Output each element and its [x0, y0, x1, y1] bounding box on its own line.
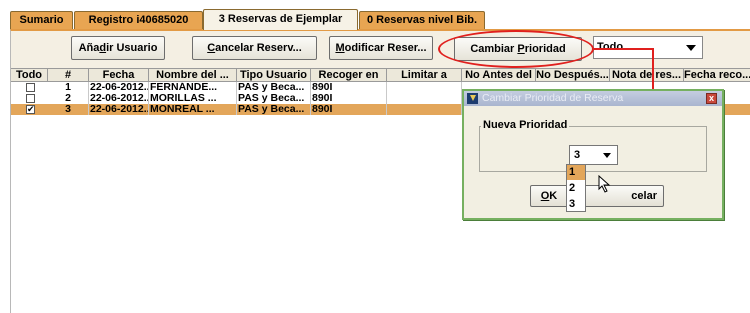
- modify-mnemonic: M: [335, 42, 345, 54]
- ok-mnemonic: O: [540, 190, 550, 202]
- cancel-button[interactable]: celar: [574, 185, 664, 207]
- ok-button[interactable]: OK: [530, 185, 568, 207]
- tab-reservas-bib[interactable]: 0 Reservas nivel Bib.: [359, 11, 485, 29]
- app-logo-icon: [467, 93, 478, 104]
- row-user-type: PAS y Beca...: [237, 93, 311, 104]
- tab-reservas-ejemplar[interactable]: 3 Reservas de Ejemplar: [203, 9, 358, 30]
- tab-registro[interactable]: Registro i40685020: [74, 11, 203, 29]
- row-pickup: 890I: [311, 93, 387, 104]
- modify-reservation-button[interactable]: Modificar Reser...: [329, 36, 433, 60]
- row-limit: [387, 82, 462, 93]
- change-priority-dialog: Cambiar Prioridad de Reserva x Nueva Pri…: [462, 89, 724, 220]
- chevron-down-icon: [603, 153, 611, 158]
- priority-option-1[interactable]: 1: [567, 165, 585, 180]
- column-header-no-despues[interactable]: No Después...: [536, 69, 610, 82]
- column-header-fecha-recogida[interactable]: Fecha reco...: [684, 69, 750, 82]
- table-header: Todo # Fecha Nombre del ... Tipo Usuario…: [11, 68, 750, 82]
- column-header-nota[interactable]: Nota de res...: [610, 69, 684, 82]
- reserves-window: Sumario Registro i40685020 3 Reservas de…: [0, 0, 750, 313]
- priority-select[interactable]: 3: [569, 145, 618, 165]
- column-header-recoger[interactable]: Recoger en: [311, 69, 387, 82]
- priority-option-3[interactable]: 3: [567, 197, 585, 212]
- annotation-line: [594, 48, 654, 50]
- row-checkbox[interactable]: [26, 104, 35, 115]
- cancel-button-label: celar: [631, 190, 657, 202]
- column-header-nombre[interactable]: Nombre del ...: [149, 69, 237, 82]
- column-header-tipo[interactable]: Tipo Usuario: [237, 69, 311, 82]
- row-number: 2: [48, 93, 89, 104]
- column-header-fecha[interactable]: Fecha: [89, 69, 149, 82]
- mouse-cursor-icon: [598, 175, 611, 193]
- tab-strip: Sumario Registro i40685020 3 Reservas de…: [10, 9, 750, 30]
- row-user-type: PAS y Beca...: [237, 82, 311, 93]
- row-limit: [387, 93, 462, 104]
- row-name: FERNÁNDE...: [149, 82, 237, 93]
- highlight-ellipse: [438, 30, 594, 68]
- column-header-todo[interactable]: Todo: [11, 69, 48, 82]
- cancel-mnemonic: C: [207, 42, 216, 54]
- column-header-no-antes[interactable]: No Antes del: [462, 69, 536, 82]
- modify-label-b: odificar Reser...: [344, 42, 427, 54]
- row-date: 22-06-2012...: [90, 104, 149, 115]
- add-user-label-a: Aña: [78, 42, 100, 54]
- row-user-type: PAS y Beca...: [237, 104, 311, 115]
- cancel-label-b: ancelar Reserv...: [215, 42, 302, 54]
- dialog-title: Cambiar Prioridad de Reserva: [482, 92, 624, 104]
- chevron-down-icon: [686, 45, 696, 51]
- row-pickup: 890I: [311, 82, 387, 93]
- add-user-label-b: ir Usuario: [106, 42, 158, 54]
- ok-label: K: [549, 190, 558, 202]
- priority-options-list: 1 2 3: [566, 164, 586, 212]
- cancel-reservation-button[interactable]: Cancelar Reserv...: [192, 36, 317, 60]
- row-checkbox[interactable]: [26, 94, 35, 103]
- priority-option-2[interactable]: 2: [567, 181, 585, 196]
- row-name: MONREAL ...: [149, 104, 237, 115]
- row-checkbox[interactable]: [26, 83, 35, 92]
- row-number: 1: [48, 82, 89, 93]
- tab-sumario[interactable]: Sumario: [10, 11, 73, 29]
- dialog-titlebar[interactable]: Cambiar Prioridad de Reserva x: [464, 91, 722, 106]
- row-pickup: 890I: [311, 104, 387, 115]
- row-date: 22-06-2012...: [90, 82, 149, 93]
- row-limit: [387, 104, 462, 115]
- priority-group-label: Nueva Prioridad: [481, 119, 570, 131]
- row-date: 22-06-2012...: [90, 93, 149, 104]
- row-number: 3: [48, 104, 89, 115]
- annotation-line: [652, 48, 654, 90]
- column-header-num[interactable]: #: [48, 69, 89, 82]
- row-name: MORILLAS ...: [149, 93, 237, 104]
- column-header-limitar[interactable]: Limitar a: [387, 69, 462, 82]
- close-icon[interactable]: x: [706, 93, 717, 104]
- add-user-button[interactable]: Añadir Usuario: [71, 36, 165, 60]
- priority-select-value: 3: [574, 149, 581, 161]
- filter-select-value: Todo: [597, 41, 624, 53]
